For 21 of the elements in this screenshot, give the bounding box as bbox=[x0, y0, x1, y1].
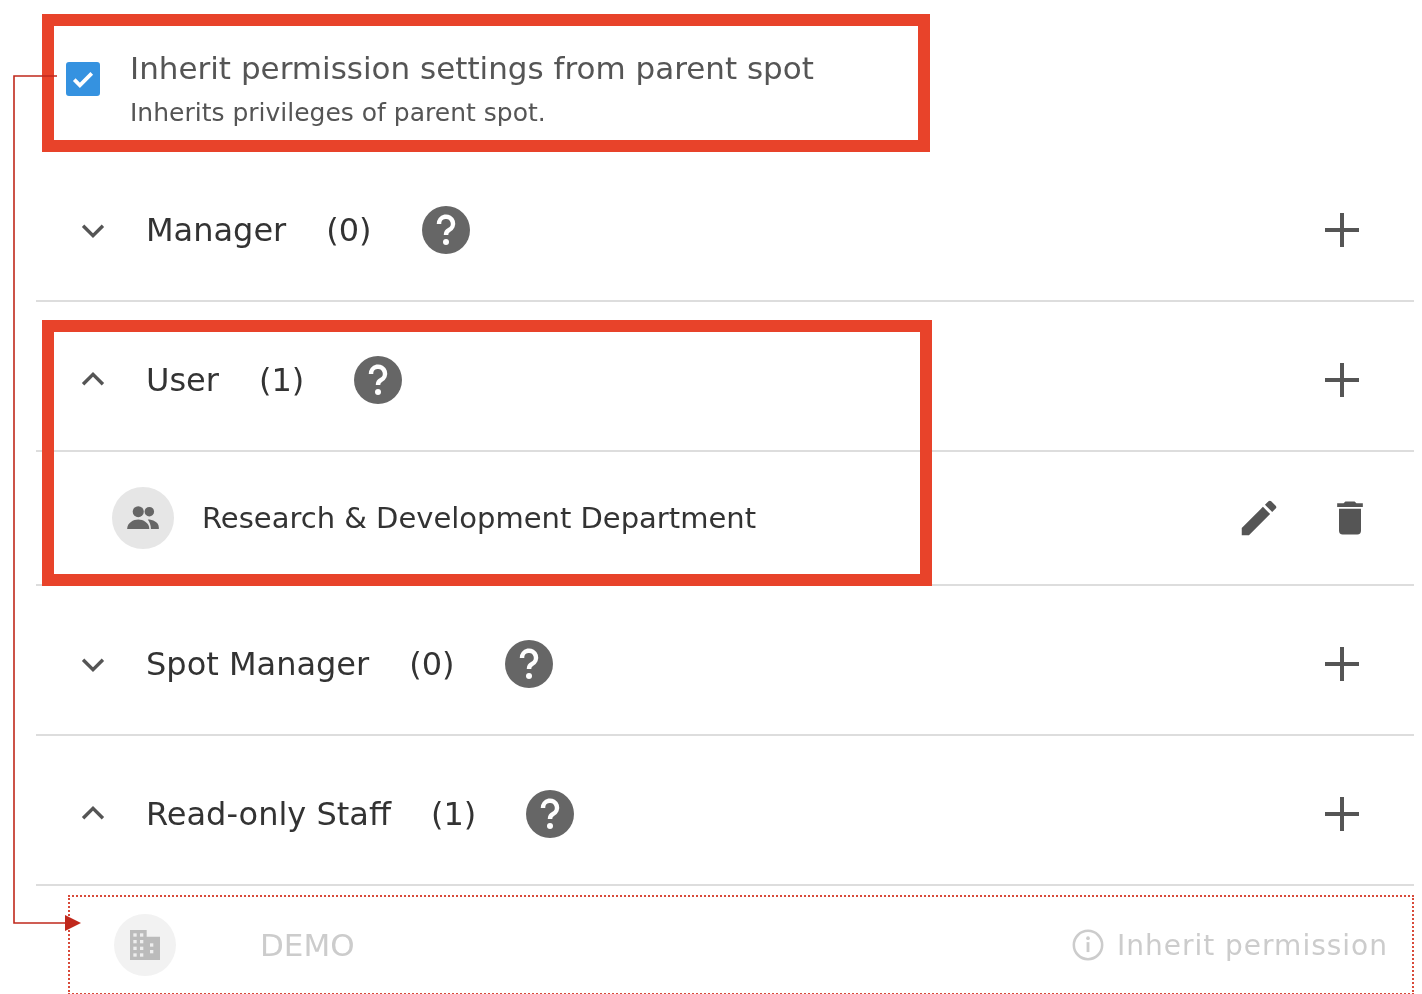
role-name: Spot Manager bbox=[146, 645, 370, 683]
role-name: User bbox=[146, 361, 219, 399]
info-icon bbox=[1070, 928, 1105, 962]
help-icon[interactable] bbox=[354, 356, 403, 404]
member-name: Research & Development Department bbox=[202, 501, 756, 535]
help-icon[interactable] bbox=[504, 640, 553, 688]
add-icon[interactable] bbox=[1324, 212, 1360, 248]
role-name: Read-only Staff bbox=[146, 795, 391, 833]
inherit-description: Inherits privileges of parent spot. bbox=[130, 98, 547, 127]
role-count: (0) bbox=[326, 211, 372, 249]
role-name: Manager bbox=[146, 211, 287, 249]
add-icon[interactable] bbox=[1324, 796, 1360, 832]
help-icon[interactable] bbox=[421, 206, 470, 254]
inherit-checkbox[interactable] bbox=[66, 62, 100, 96]
role-count: (1) bbox=[258, 361, 305, 399]
role-count: (0) bbox=[409, 645, 455, 683]
help-icon[interactable] bbox=[526, 790, 575, 838]
add-icon[interactable] bbox=[1324, 646, 1360, 682]
role-count: (1) bbox=[430, 795, 477, 833]
add-icon[interactable] bbox=[1324, 362, 1360, 398]
inherit-label: Inherit permission settings from parent spot bbox=[130, 50, 814, 86]
